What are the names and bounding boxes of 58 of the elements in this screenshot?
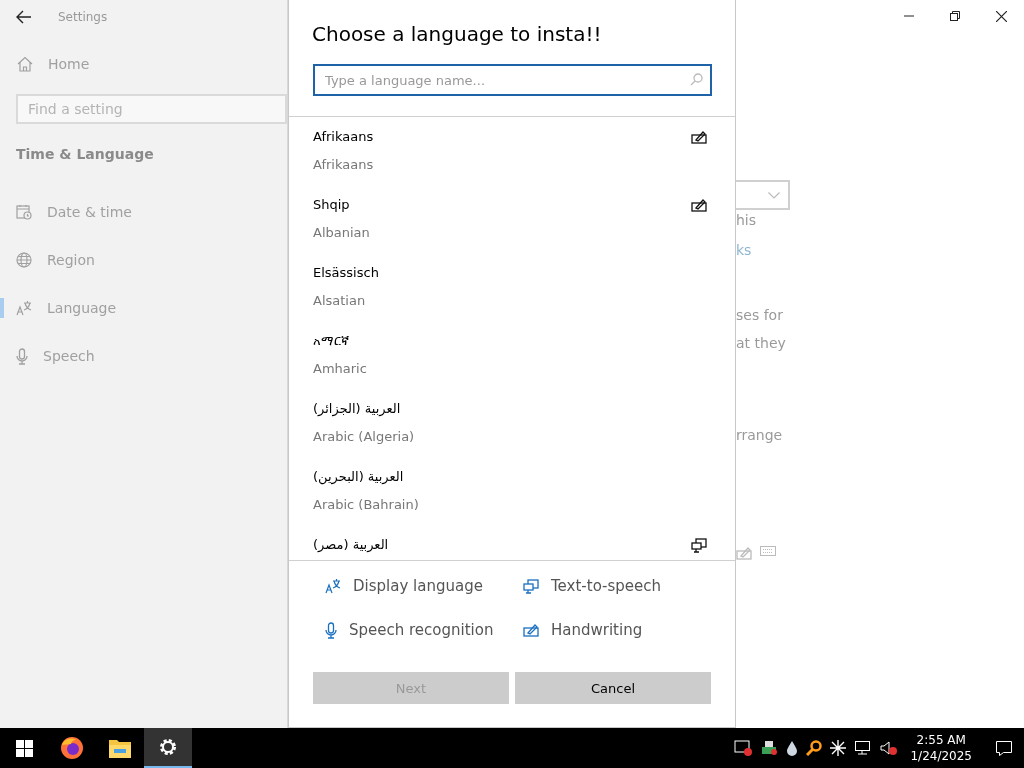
volume-muted-icon[interactable]: [880, 740, 899, 756]
back-arrow-icon[interactable]: [16, 10, 32, 24]
gear-icon[interactable]: [157, 736, 179, 758]
asterisk-icon[interactable]: [830, 740, 847, 756]
taskbar-button[interactable]: [144, 728, 192, 768]
language-name[interactable]: العربية (الجزائر): [313, 401, 401, 417]
search-icon: [690, 73, 703, 86]
pen-icon: [736, 546, 752, 560]
windows-logo-icon: [15, 739, 33, 757]
microphone-icon: [16, 347, 28, 365]
language-name[interactable]: Elsässisch: [313, 265, 379, 281]
microphone-icon: [325, 621, 337, 639]
firefox-icon[interactable]: [60, 736, 84, 760]
language-english-name: Alsatian: [313, 293, 367, 309]
legend-label: Display language: [353, 577, 483, 595]
network-icon[interactable]: [854, 740, 873, 756]
text-fragment: at they: [736, 334, 787, 353]
language-icon: [325, 578, 341, 594]
language-name[interactable]: አማርኛ: [313, 333, 349, 349]
droplet-icon[interactable]: [786, 740, 799, 756]
legend-label: Speech recognition: [349, 621, 494, 639]
language-name[interactable]: العربية (مصر): [313, 537, 389, 553]
speech-bubble-icon: [995, 739, 1013, 757]
keyboard-icon: [760, 546, 776, 556]
legend-label: Text-to-speech: [551, 577, 662, 595]
chevron-down-icon: [768, 191, 780, 199]
home-icon: [17, 56, 33, 72]
monitor-icon: [523, 578, 539, 594]
section-heading: Time & Language: [16, 146, 155, 162]
language-english-name: Arabic (Bahrain): [313, 497, 420, 513]
text-fragment: ses for: [736, 306, 784, 325]
dialog-title: Choose a language to insta!!: [312, 21, 603, 48]
language-icon: [16, 300, 32, 316]
language-english-name: Amharic: [313, 361, 368, 377]
language-english-name: Albanian: [313, 225, 371, 241]
clock-date[interactable]: 1/24/2025: [910, 748, 972, 764]
dialog-button[interactable]: Cancel: [515, 672, 711, 704]
language-english-name: Afrikaans: [313, 157, 375, 173]
language-english-name: Arabic (Algeria): [313, 429, 416, 445]
printer-icon[interactable]: [760, 740, 779, 756]
restore-icon: [950, 11, 960, 21]
text-fragment: his: [736, 211, 758, 230]
minimize-icon: [904, 15, 914, 17]
language-name[interactable]: Afrikaans: [313, 129, 374, 145]
globe-icon: [16, 252, 32, 268]
pen-icon: [523, 623, 539, 637]
legend-label: Handwriting: [551, 621, 643, 639]
magnifier-icon[interactable]: [806, 740, 823, 756]
monitor-alert-icon[interactable]: [734, 740, 753, 756]
calendar-clock-icon: [16, 204, 32, 220]
window-title: Settings: [58, 10, 108, 24]
clock-time[interactable]: 2:55 AM: [916, 732, 966, 748]
search-field[interactable]: Type a language name...: [313, 64, 712, 96]
close-icon: [995, 10, 1007, 22]
language-name[interactable]: Shqip: [313, 197, 350, 213]
language-name[interactable]: العربية (البحرين): [313, 469, 404, 485]
text-fragment: rrange: [736, 426, 784, 445]
folder-icon[interactable]: [108, 737, 132, 759]
